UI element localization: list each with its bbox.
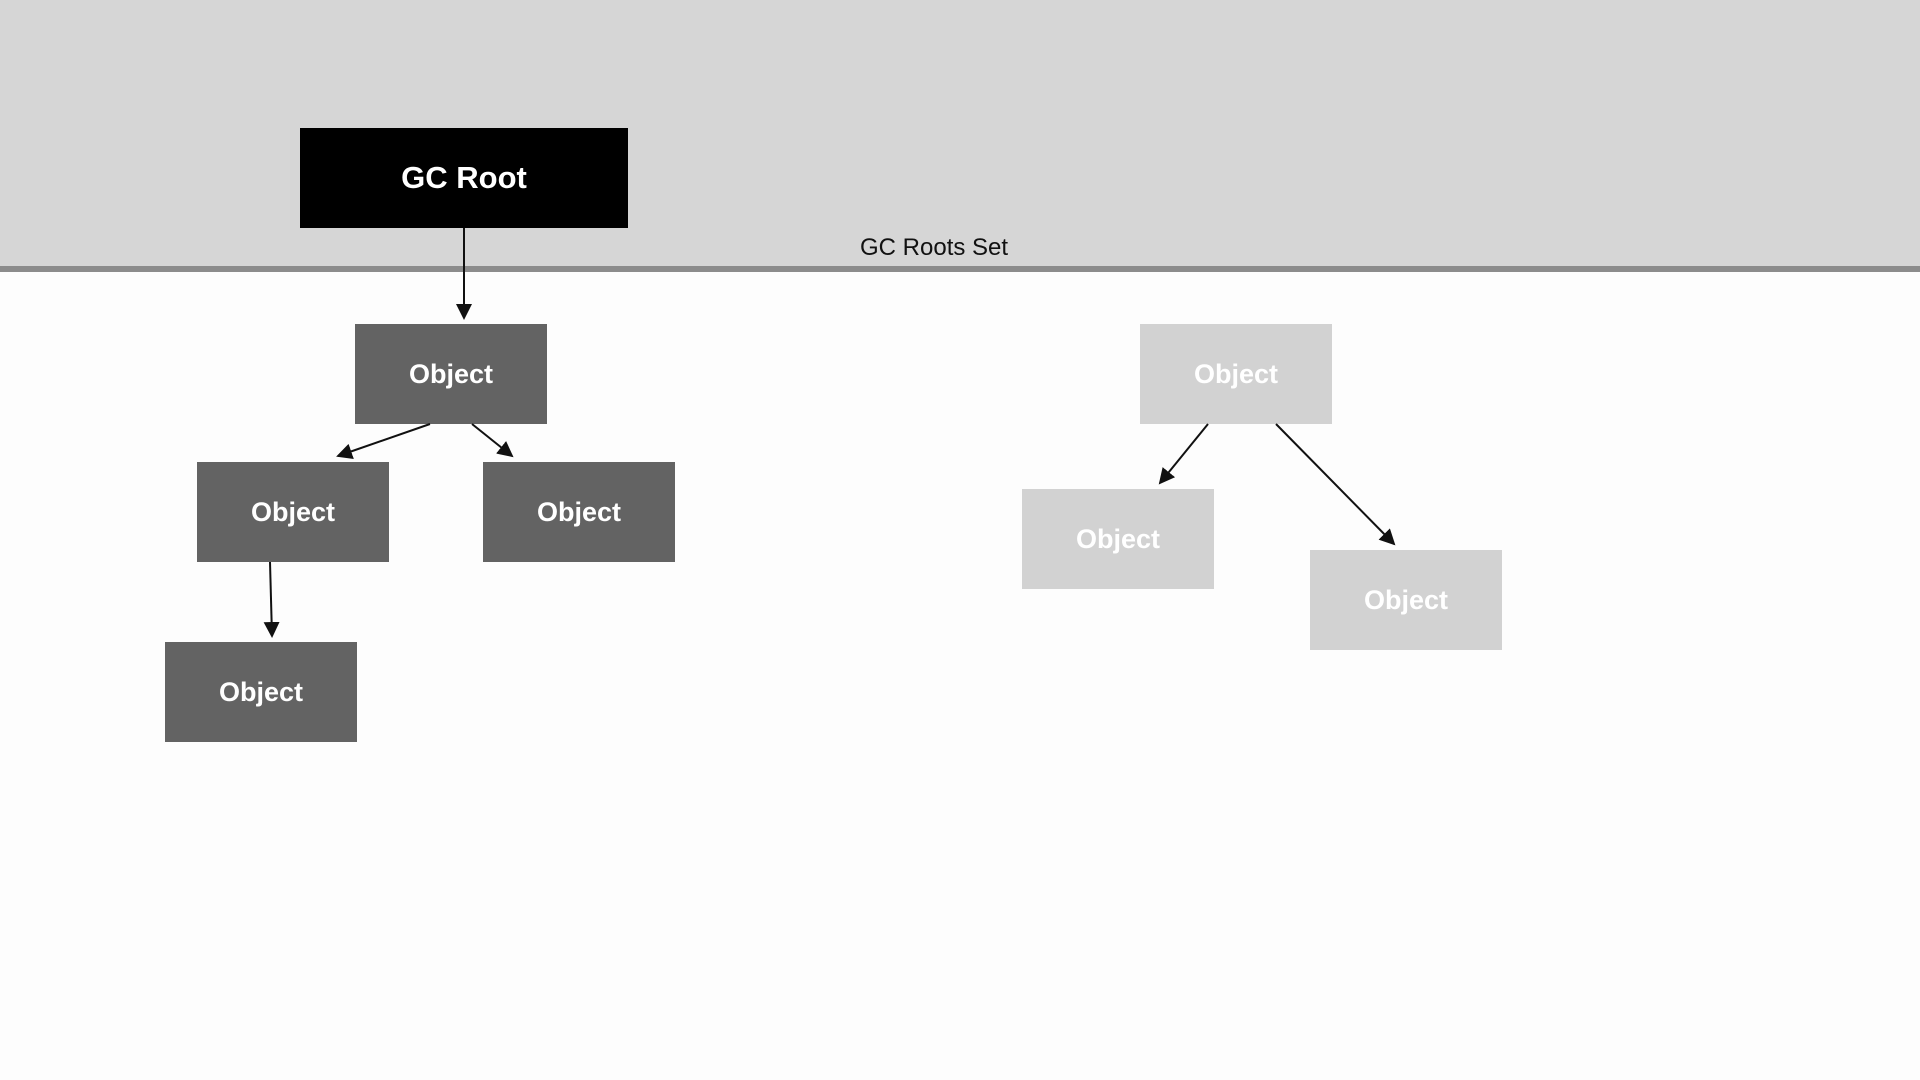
edge-arrow <box>338 424 430 456</box>
reachable-object-node: Object <box>197 462 389 562</box>
reachable-object-node: Object <box>355 324 547 424</box>
object-label: Object <box>219 677 303 708</box>
gc-roots-region <box>0 0 1920 272</box>
object-label: Object <box>1364 585 1448 616</box>
object-label: Object <box>409 359 493 390</box>
unreachable-object-node: Object <box>1022 489 1214 589</box>
object-label: Object <box>251 497 335 528</box>
gc-roots-set-label: GC Roots Set <box>860 234 1008 262</box>
unreachable-object-node: Object <box>1310 550 1502 650</box>
object-label: Object <box>537 497 621 528</box>
diagram-canvas: GC Roots Set GC Root Object Object Objec… <box>0 0 1920 1080</box>
reachable-object-node: Object <box>483 462 675 562</box>
object-label: Object <box>1076 524 1160 555</box>
edge-arrow <box>1160 424 1208 483</box>
edge-arrow <box>270 562 272 636</box>
edge-arrow <box>472 424 512 456</box>
object-label: Object <box>1194 359 1278 390</box>
gc-root-label: GC Root <box>401 160 527 196</box>
unreachable-object-node: Object <box>1140 324 1332 424</box>
edge-arrow <box>1276 424 1394 544</box>
reachable-object-node: Object <box>165 642 357 742</box>
gc-root-node: GC Root <box>300 128 628 228</box>
